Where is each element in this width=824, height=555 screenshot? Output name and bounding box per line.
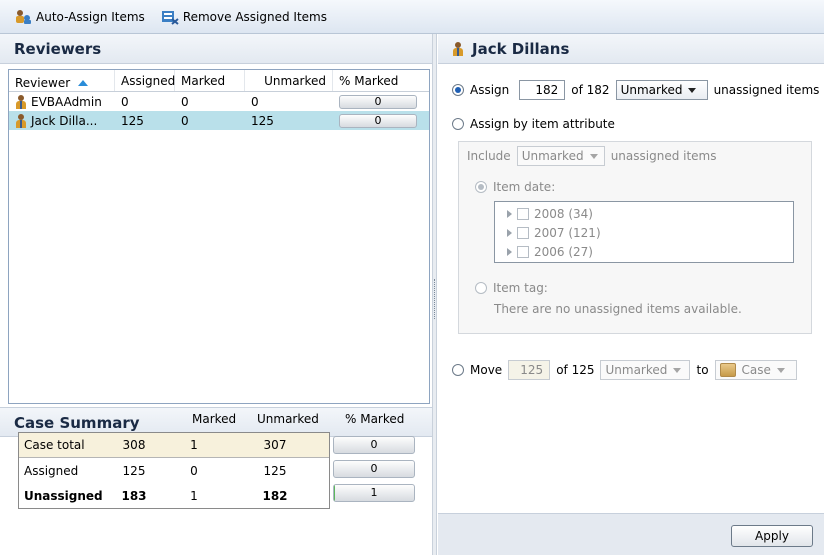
case-summary-table: Case total 308 1 307 Assigned 125 0 125 … [18, 432, 330, 509]
reviewers-table: Reviewer Assigned Marked Unmarked % Mark… [8, 69, 430, 404]
reviewer-name: EVBAAdmin [31, 94, 102, 109]
reviewer-assigned: 125 [121, 113, 144, 128]
reviewer-unmarked: 0 [251, 94, 259, 109]
case-icon [719, 363, 736, 377]
expand-icon[interactable] [507, 210, 512, 218]
summary-row-assigned: Assigned 125 0 125 [24, 463, 287, 478]
reviewer-unmarked: 125 [251, 113, 274, 128]
user-icon [15, 113, 27, 128]
detail-header: Jack Dillans [438, 34, 824, 64]
assign-row: Assign 182 of 182 Unmarked unassigned it… [452, 80, 819, 100]
summary-pct-bar: 0 [333, 436, 415, 454]
splitter-grip[interactable] [434, 279, 435, 319]
user-icon [452, 41, 464, 56]
item-date-label: Item date: [493, 180, 556, 194]
move-to-label: to [696, 363, 709, 377]
move-target-select[interactable]: Case [714, 360, 797, 380]
summary-pct-bar: 1 [333, 484, 415, 502]
assign-attr-row: Assign by item attribute [452, 117, 615, 131]
assign-attr-label: Assign by item attribute [470, 117, 615, 131]
item-date-row: Item date: [475, 180, 555, 194]
panel-splitter[interactable] [432, 34, 437, 555]
reviewer-pct-bar: 0 [339, 113, 417, 128]
assign-count-input[interactable]: 182 [519, 80, 566, 100]
item-tag-label: Item tag: [493, 281, 548, 295]
chevron-down-icon [589, 153, 598, 159]
date-tree: 2008 (34) 2007 (121) 2006 (27) [494, 201, 794, 263]
tree-item[interactable]: 2008 (34) [507, 207, 593, 221]
reviewers-header: Reviewer Assigned Marked Unmarked % Mark… [9, 70, 429, 92]
user-icon [15, 94, 27, 109]
tree-item[interactable]: 2006 (27) [507, 245, 593, 259]
reviewers-title: Reviewers [0, 34, 432, 64]
col-assigned[interactable]: Assigned [115, 70, 175, 91]
reviewer-marked: 0 [181, 94, 189, 109]
summary-row-unassigned: Unassigned 183 1 182 [24, 488, 288, 503]
chevron-down-icon [776, 367, 785, 373]
reviewer-name: Jack Dilla... [31, 113, 98, 128]
col-pct-marked[interactable]: % Marked [333, 70, 429, 91]
move-row: Move 125 of 125 Unmarked to Case [452, 360, 797, 380]
toolbar: Auto-Assign Items Remove Assigned Items [0, 0, 824, 34]
expand-icon[interactable] [507, 248, 512, 256]
sort-ascending-icon [78, 79, 89, 86]
reviewer-pct-bar: 0 [339, 94, 417, 109]
item-tag-note: There are no unassigned items available. [494, 302, 742, 316]
summary-col-unmarked: Unmarked [257, 412, 319, 426]
detail-title: Jack Dillans [472, 39, 570, 58]
summary-col-pct-marked: % Marked [345, 412, 405, 426]
col-marked[interactable]: Marked [175, 70, 245, 91]
include-row: Include Unmarked unassigned items [467, 146, 717, 166]
auto-assign-icon [14, 9, 32, 25]
summary-row-case-total: Case total 308 1 307 [19, 433, 329, 458]
chevron-down-icon [688, 87, 697, 93]
move-count-input[interactable]: 125 [508, 360, 551, 380]
summary-col-marked: Marked [192, 412, 237, 426]
assign-filter-select[interactable]: Unmarked [615, 80, 708, 100]
assign-suffix: unassigned items [713, 83, 820, 97]
checkbox[interactable] [517, 208, 529, 220]
checkbox[interactable] [517, 246, 529, 258]
move-radio[interactable] [452, 364, 464, 376]
item-tag-row: Item tag: [475, 281, 548, 295]
remove-assigned-button[interactable]: Remove Assigned Items [161, 9, 327, 25]
auto-assign-label: Auto-Assign Items [36, 9, 145, 24]
case-summary-bars: 0 0 1 [333, 432, 417, 508]
checkbox[interactable] [517, 227, 529, 239]
auto-assign-button[interactable]: Auto-Assign Items [14, 9, 145, 25]
apply-button[interactable]: Apply [731, 525, 813, 547]
move-of-text: of 125 [556, 363, 595, 377]
assign-radio[interactable] [452, 84, 464, 96]
reviewer-row-selected[interactable]: Jack Dilla... 125 0 125 0 [9, 111, 429, 130]
summary-pct-bar: 0 [333, 460, 415, 478]
remove-assigned-icon [161, 9, 179, 25]
move-filter-select[interactable]: Unmarked [600, 360, 691, 380]
col-unmarked[interactable]: Unmarked [245, 70, 333, 91]
reviewer-marked: 0 [181, 113, 189, 128]
include-suffix: unassigned items [610, 149, 717, 163]
include-filter-select[interactable]: Unmarked [516, 146, 605, 166]
reviewer-row[interactable]: EVBAAdmin 0 0 0 0 [9, 92, 429, 111]
item-tag-radio[interactable] [475, 282, 487, 294]
reviewer-assigned: 0 [121, 94, 129, 109]
move-label: Move [470, 363, 503, 377]
include-label: Include [467, 149, 511, 163]
assign-label: Assign [470, 83, 510, 97]
expand-icon[interactable] [507, 229, 512, 237]
remove-assigned-label: Remove Assigned Items [182, 9, 327, 24]
col-reviewer[interactable]: Reviewer [9, 70, 115, 91]
assign-of-text: of 182 [571, 83, 610, 97]
tree-item[interactable]: 2007 (121) [507, 226, 601, 240]
chevron-down-icon [673, 367, 682, 373]
assign-attr-radio[interactable] [452, 118, 464, 130]
item-date-radio[interactable] [475, 181, 487, 193]
